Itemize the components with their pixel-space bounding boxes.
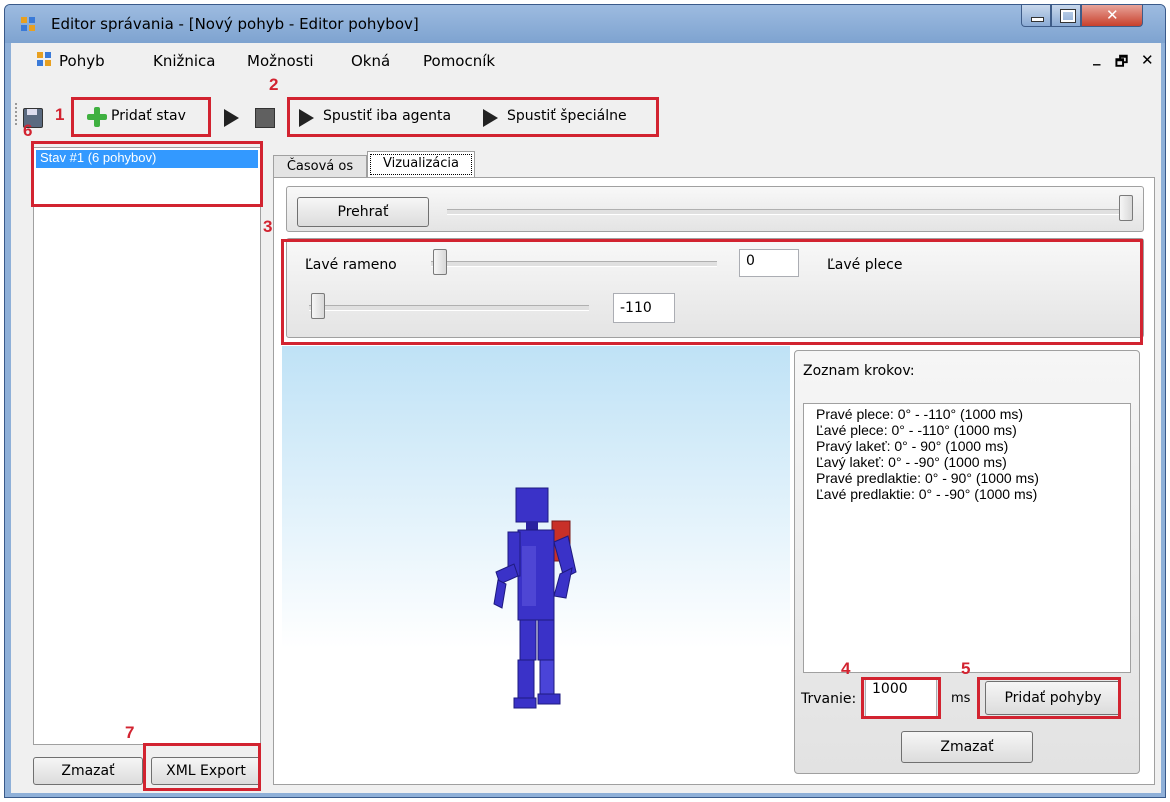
maximize-icon: [1060, 9, 1076, 23]
annotation-label-6: 6: [23, 121, 33, 140]
mdi-minimize-button[interactable]: _: [1093, 48, 1101, 66]
app-icon: [37, 52, 51, 66]
delete-state-button[interactable]: Zmazať: [33, 757, 143, 785]
tab-vizualizacia[interactable]: Vizualizácia: [367, 151, 475, 178]
annotation-box-4: [861, 677, 941, 719]
annotation-box-1: [71, 97, 211, 137]
visualization-viewport[interactable]: [282, 346, 790, 778]
step-item[interactable]: Pravé plece: 0° - -110° (1000 ms): [816, 406, 1023, 422]
close-button[interactable]: ✕: [1081, 5, 1143, 27]
annotation-label-1: 1: [55, 105, 65, 124]
annotation-label-3: 3: [263, 217, 273, 236]
step-item[interactable]: Ľavé predlaktie: 0° - -90° (1000 ms): [816, 486, 1037, 502]
menu-kniznica[interactable]: Knižnica: [153, 52, 216, 70]
minimize-icon: [1031, 17, 1044, 22]
main-window: Editor správania - [Nový pohyb - Editor …: [4, 4, 1166, 798]
annotation-label-4: 4: [841, 659, 851, 678]
step-item[interactable]: Pravé predlaktie: 0° - 90° (1000 ms): [816, 470, 1039, 486]
close-icon: ✕: [1106, 6, 1119, 24]
toolbar-grip: [15, 103, 20, 125]
playback-slider-thumb[interactable]: [1119, 195, 1133, 221]
playback-slider-track[interactable]: [447, 209, 1133, 215]
playback-panel: Prehrať: [286, 186, 1144, 232]
stop-icon[interactable]: [255, 108, 275, 128]
annotation-box-3: [281, 239, 1143, 345]
steps-list[interactable]: Pravé plece: 0° - -110° (1000 ms) Ľavé p…: [803, 403, 1131, 673]
step-item[interactable]: Ľavý lakeť: 0° - -90° (1000 ms): [816, 454, 1007, 470]
annotation-box-6: [31, 141, 263, 207]
minimize-button[interactable]: [1021, 5, 1051, 27]
app-icon: [21, 17, 35, 31]
maximize-button[interactable]: [1051, 5, 1081, 27]
annotation-label-5: 5: [961, 659, 971, 678]
duration-label: Trvanie:: [801, 691, 857, 707]
play-button[interactable]: Prehrať: [297, 197, 429, 227]
menu-pomocnik[interactable]: Pomocník: [423, 52, 495, 70]
annotation-box-7: [143, 743, 261, 791]
menu-moznosti[interactable]: Možnosti: [247, 52, 314, 70]
delete-steps-button[interactable]: Zmazať: [901, 731, 1033, 763]
menu-pohyb[interactable]: Pohyb: [59, 52, 105, 70]
annotation-box-5: [977, 677, 1121, 719]
steps-title: Zoznam krokov:: [803, 363, 915, 379]
title-bar: Editor správania - [Nový pohyb - Editor …: [5, 5, 1165, 43]
step-item[interactable]: Ľavé plece: 0° - -110° (1000 ms): [816, 422, 1017, 438]
play-icon[interactable]: [224, 109, 239, 127]
annotation-label-7: 7: [125, 723, 135, 742]
window-title: Editor správania - [Nový pohyb - Editor …: [51, 15, 419, 33]
annotation-label-2: 2: [269, 75, 279, 94]
duration-unit: ms: [951, 691, 971, 706]
annotation-box-2: [287, 97, 659, 137]
state-list[interactable]: Stav #1 (6 pohybov): [33, 147, 261, 745]
mdi-close-button[interactable]: ✕: [1141, 51, 1154, 69]
menu-bar: Pohyb Knižnica Možnosti Okná Pomocník _ …: [11, 43, 1161, 75]
step-item[interactable]: Pravý lakeť: 0° - 90° (1000 ms): [816, 438, 1008, 454]
robot-figure: [493, 487, 577, 709]
tab-casova-os[interactable]: Časová os: [273, 155, 367, 177]
menu-okna[interactable]: Okná: [351, 52, 390, 70]
mdi-restore-button[interactable]: 🗗: [1115, 51, 1128, 75]
